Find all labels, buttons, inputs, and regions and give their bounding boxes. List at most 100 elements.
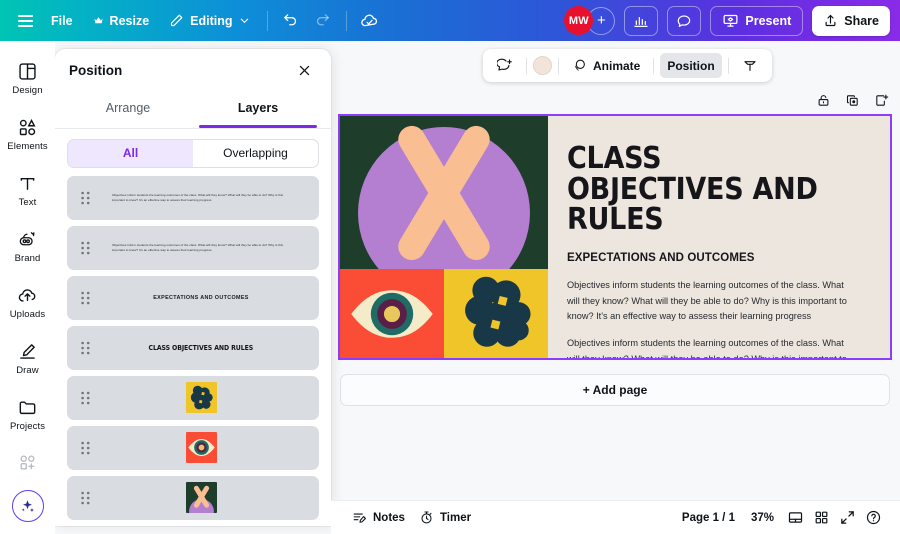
layer-item[interactable] (67, 425, 319, 470)
layer-item[interactable] (67, 475, 319, 520)
editing-mode-button[interactable]: Editing (160, 7, 258, 35)
sidebar-item-brand[interactable]: Brand (0, 218, 55, 274)
transparency-button[interactable] (735, 53, 765, 78)
sidebar-label-design: Design (12, 84, 43, 96)
file-menu-button[interactable]: File (42, 7, 82, 35)
share-button[interactable]: Share (812, 5, 890, 36)
expand-icon (840, 511, 854, 524)
drag-handle-icon[interactable] (77, 491, 93, 505)
apps-plus-icon (20, 455, 35, 469)
layer-preview: Objectives inform students the learning … (93, 193, 309, 203)
slide-canvas[interactable]: CLASS OBJECTIVES AND RULES EXPECTATIONS … (338, 114, 892, 360)
sidebar-item-projects[interactable]: Projects (0, 386, 55, 442)
transparency-icon (744, 60, 756, 71)
sidebar-item-apps[interactable] (0, 442, 55, 482)
drag-handle-icon[interactable] (77, 241, 93, 255)
tab-layers[interactable]: Layers (193, 92, 323, 128)
drag-handle-icon[interactable] (77, 341, 93, 355)
page-view-button[interactable] (782, 506, 808, 530)
lock-page-button[interactable] (814, 91, 832, 109)
layer-preview: EXPECTATIONS AND OUTCOMES (93, 295, 309, 301)
tab-arrange[interactable]: Arrange (63, 92, 193, 125)
sidebar-item-draw[interactable]: Draw (0, 330, 55, 386)
filter-overlapping[interactable]: Overlapping (193, 140, 318, 167)
layer-text: Objectives inform students the learning … (112, 193, 284, 202)
avatar[interactable]: MW (564, 6, 594, 35)
add-page-button[interactable]: + Add page (340, 374, 890, 406)
help-button[interactable] (860, 506, 886, 530)
artwork-top-panel (340, 116, 548, 269)
layer-thumbnail-blob (185, 382, 217, 414)
help-icon (866, 510, 880, 525)
comments-button[interactable] (667, 5, 702, 36)
drag-handle-icon[interactable] (77, 441, 93, 455)
layer-filter-wrapper: All Overlapping (55, 129, 331, 176)
page-canvas-wrapper: CLASS OBJECTIVES AND RULES EXPECTATIONS … (338, 114, 892, 360)
insights-button[interactable] (624, 5, 659, 36)
present-button[interactable]: Present (710, 5, 804, 36)
position-button[interactable]: Position (660, 53, 722, 78)
layer-thumbnail-sticks (185, 482, 217, 514)
duplicate-page-button[interactable] (843, 91, 861, 109)
sidebar-item-elements[interactable]: Elements (0, 106, 55, 162)
grid-view-button[interactable] (808, 506, 834, 530)
layer-item[interactable]: Objectives inform students the learning … (67, 225, 319, 270)
layer-list: Objectives inform students the learning … (55, 175, 331, 526)
timer-button[interactable]: Timer (412, 506, 478, 530)
layer-item[interactable]: CLASS OBJECTIVES AND RULES (67, 325, 319, 370)
panel-header: Position (55, 49, 331, 92)
floatbar-divider-2 (558, 57, 559, 74)
panel-close-button[interactable] (293, 59, 315, 81)
layer-thumbnail-eye (185, 432, 217, 464)
draw-icon (20, 343, 35, 359)
filter-all[interactable]: All (68, 139, 193, 167)
color-swatch-button[interactable] (533, 56, 552, 75)
position-label: Position (667, 58, 715, 73)
magic-sparkle-icon (21, 499, 34, 512)
grid-view-icon (815, 511, 827, 524)
notes-button[interactable]: Notes (345, 506, 412, 530)
slide-paragraph-2[interactable]: Objectives inform students the learning … (567, 336, 852, 358)
layer-filter-segment: All Overlapping (67, 138, 319, 168)
sidebar-label-draw: Draw (16, 364, 39, 376)
resize-label: Resize (109, 13, 150, 28)
layer-item[interactable]: EXPECTATIONS AND OUTCOMES (67, 275, 319, 320)
file-menu-label: File (51, 13, 73, 28)
add-comment-button[interactable] (490, 53, 520, 78)
page-indicator[interactable]: Page 1 / 1 (674, 512, 743, 524)
cloud-save-status-button[interactable] (355, 7, 385, 35)
main-menu-button[interactable] (10, 7, 40, 35)
slide-artwork[interactable] (340, 116, 548, 358)
zoom-level[interactable]: 37% (743, 512, 782, 524)
bottom-status-bar: Notes Timer Page 1 / 1 37% (331, 500, 900, 534)
layer-item[interactable] (67, 375, 319, 420)
sidebar-label-elements: Elements (7, 140, 48, 152)
slide-subtitle[interactable]: EXPECTATIONS AND OUTCOMES (567, 252, 868, 264)
slide-paragraph-1[interactable]: Objectives inform students the learning … (567, 278, 852, 325)
redo-button[interactable] (308, 7, 338, 35)
drag-handle-icon[interactable] (77, 391, 93, 405)
floatbar-divider-1 (526, 57, 527, 74)
top-toolbar: File Resize Editing MW + Present Share (0, 0, 900, 41)
fullscreen-button[interactable] (834, 506, 860, 530)
resize-button[interactable]: Resize (84, 7, 159, 35)
layer-preview (93, 382, 309, 414)
layer-item[interactable]: Objectives inform students the learning … (67, 175, 319, 220)
layer-text: EXPECTATIONS AND OUTCOMES (153, 294, 249, 301)
cloud-saved-icon (361, 14, 378, 27)
sidebar-item-text[interactable]: Text (0, 162, 55, 218)
magic-studio-button[interactable] (11, 490, 44, 522)
page-view-icon (788, 512, 802, 523)
drag-handle-icon[interactable] (77, 191, 93, 205)
sidebar-item-uploads[interactable]: Uploads (0, 274, 55, 330)
add-comment-icon (497, 58, 512, 71)
add-page-icon-button[interactable] (872, 91, 890, 109)
lock-icon (818, 94, 828, 106)
drag-handle-icon[interactable] (77, 291, 93, 305)
sidebar-item-design[interactable]: Design (0, 50, 55, 106)
animate-button[interactable]: Animate (565, 53, 647, 78)
left-sidebar-rail: Design Elements Text Brand Uploads Draw … (0, 41, 55, 534)
undo-button[interactable] (276, 7, 306, 35)
slide-title[interactable]: CLASS OBJECTIVES AND RULES (567, 143, 838, 236)
eye-shape-icon (187, 439, 215, 457)
